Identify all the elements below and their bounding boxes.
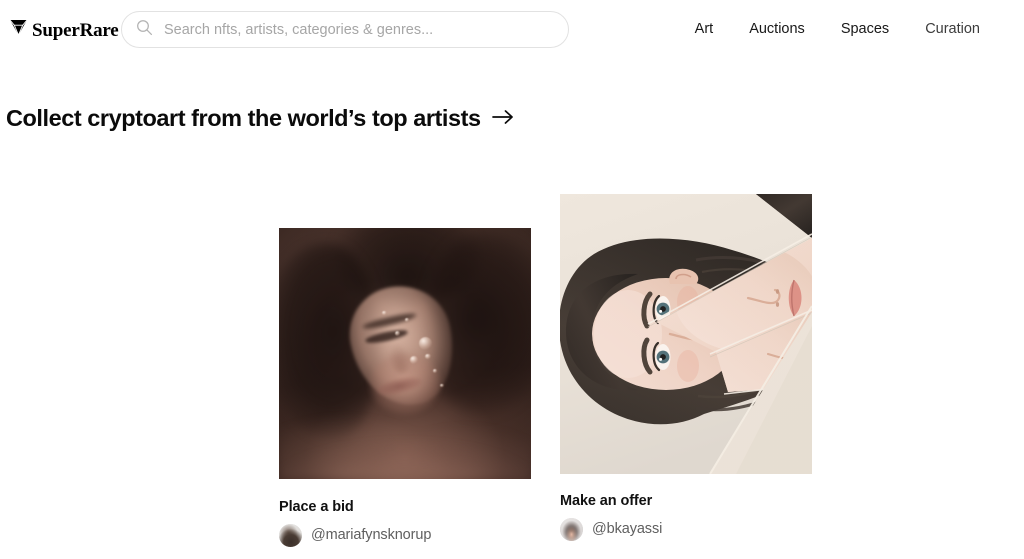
search-input[interactable] xyxy=(164,12,554,47)
artwork-action-label[interactable]: Make an offer xyxy=(560,493,812,510)
search-bar[interactable] xyxy=(121,11,569,48)
artist-handle[interactable]: @mariafynsknorup xyxy=(311,527,431,544)
brand-logo[interactable]: SuperRare xyxy=(9,19,119,41)
artist-handle[interactable]: @bkayassi xyxy=(592,521,662,538)
artwork-image[interactable] xyxy=(279,228,531,479)
artwork-render xyxy=(560,194,812,474)
nav-item-curation[interactable]: Curation xyxy=(925,21,980,38)
diamond-gem-icon xyxy=(9,19,28,41)
artwork-grid: Place a bid @mariafynsknorup Make an off… xyxy=(0,0,1024,559)
artist-row[interactable]: @mariafynsknorup xyxy=(279,524,531,548)
main-navigation: Art Auctions Spaces Curation xyxy=(695,21,980,38)
artwork-render xyxy=(279,228,531,479)
page-title: Collect cryptoart from the world’s top a… xyxy=(6,105,481,131)
artist-row[interactable]: @bkayassi xyxy=(560,518,812,542)
avatar xyxy=(560,518,583,542)
arrow-right-icon[interactable] xyxy=(491,109,514,130)
search-icon xyxy=(136,19,153,41)
artwork-meta: Make an offer @bkayassi xyxy=(560,493,812,542)
site-header: SuperRare Art Auctions Spaces Curation xyxy=(0,0,1024,60)
avatar xyxy=(279,524,302,548)
nav-item-auctions[interactable]: Auctions xyxy=(749,21,805,38)
artwork-meta: Place a bid @mariafynsknorup xyxy=(279,499,531,548)
artwork-image[interactable] xyxy=(560,194,812,474)
artwork-card[interactable]: Place a bid @mariafynsknorup xyxy=(279,228,531,548)
artwork-action-label[interactable]: Place a bid xyxy=(279,499,531,516)
brand-name: SuperRare xyxy=(32,19,119,41)
hero-heading-link[interactable]: Collect cryptoart from the world’s top a… xyxy=(6,104,514,133)
artwork-card[interactable]: Make an offer @bkayassi xyxy=(560,194,812,542)
nav-item-art[interactable]: Art xyxy=(695,21,714,38)
nav-item-spaces[interactable]: Spaces xyxy=(841,21,889,38)
